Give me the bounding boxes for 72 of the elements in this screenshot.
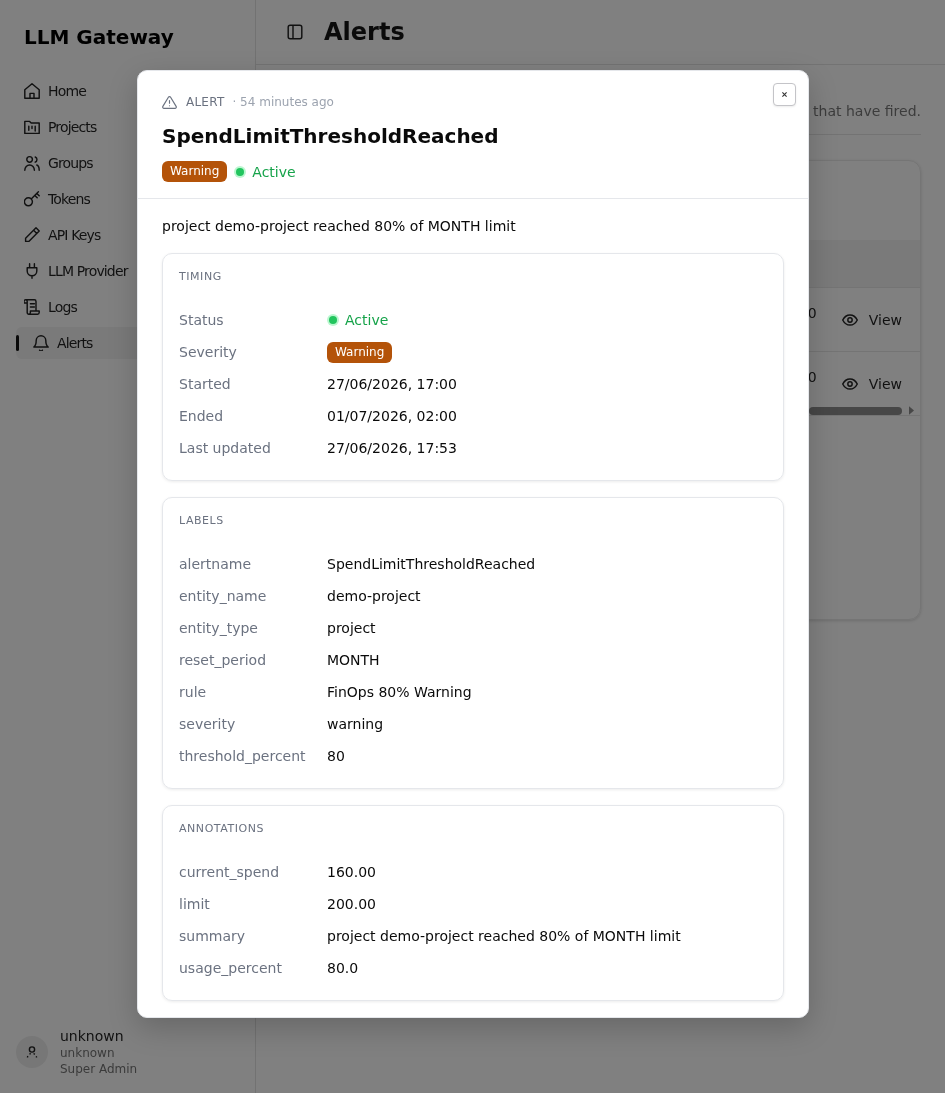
sidebar-item[interactable]: Tokens [16,183,239,215]
close-button[interactable] [773,83,796,106]
field-value: 27/06/2026, 17:00 [327,375,458,394]
field-label: entity_type [179,619,259,638]
field-value: 160.00 [327,863,377,882]
eye-icon [841,313,858,326]
folder-icon [24,119,40,135]
field-value: project demo-project reached 80% of MONTH limit [327,927,682,946]
field-value: warning [327,715,385,734]
field-label: limit [179,895,211,914]
field-value: SpendLimitThresholdReached [327,555,537,574]
app-title: LLM Gateway [23,24,175,51]
field-value: 80 [327,747,346,766]
home-icon [24,83,40,99]
avatar-icon [16,1036,48,1068]
field-label: severity [179,715,237,734]
alert-time: · 54 minutes ago [232,94,334,110]
plug-icon [24,263,40,279]
alert-kicker: ALERT [186,94,225,110]
field-label: Ended [179,407,225,426]
scroll-icon [24,299,40,315]
status-text: Active [252,162,296,182]
field-label: threshold_percent [179,747,307,766]
section-title: TIMING [179,269,223,285]
field-value: project [327,619,377,638]
field-value: 01/07/2026, 02:00 [327,407,458,426]
pen-icon [24,227,40,243]
user-role: Super Admin [60,1061,138,1077]
field-label: Severity [179,343,238,362]
field-value: FinOps 80% Warning [327,683,473,702]
status-dot-icon [234,165,247,178]
field-value: 200.00 [327,895,377,914]
status-text: Active [345,311,389,330]
scroll-right-icon[interactable] [909,406,914,415]
warning-icon [162,95,177,109]
field-label: entity_name [179,587,268,606]
users-icon [24,155,40,171]
field-label: Last updated [179,439,272,458]
key-icon [24,191,40,207]
user-name: unknown [60,1027,125,1045]
scrollbar-thumb[interactable] [809,406,902,415]
severity-badge: Warning [327,341,393,363]
page-title: Alerts [324,17,405,48]
field-label: Started [179,375,232,394]
page-description: that have fired. [813,102,921,121]
alert-title: SpendLimitThresholdReached [162,123,500,150]
field-label: Status [179,311,225,330]
section-title: LABELS [179,513,225,529]
field-label: current_spend [179,863,281,882]
field-label: rule [179,683,208,702]
section-title: ANNOTATIONS [179,821,266,837]
field-label: alertname [179,555,253,574]
status-dot-icon [327,314,339,326]
panel-icon [287,24,303,40]
view-button[interactable]: View [833,369,910,398]
eye-icon [841,377,858,390]
bell-icon [33,335,49,351]
close-icon [781,91,788,98]
field-value: MONTH [327,651,381,670]
user-username: unknown [60,1045,116,1061]
alert-summary: project demo-project reached 80% of MONTH limit [162,217,517,236]
table-cell-text: 0 [807,304,817,323]
field-value: demo-project [327,587,422,606]
field-value: 27/06/2026, 17:53 [327,439,458,458]
sidebar-toggle-button[interactable] [287,24,303,40]
field-label: usage_percent [179,959,283,978]
field-label: summary [179,927,247,946]
field-value: 80.0 [327,959,360,978]
table-cell-text: 0 [807,368,817,387]
severity-badge: Warning [162,161,228,182]
field-label: reset_period [179,651,268,670]
view-button[interactable]: View [833,305,910,334]
